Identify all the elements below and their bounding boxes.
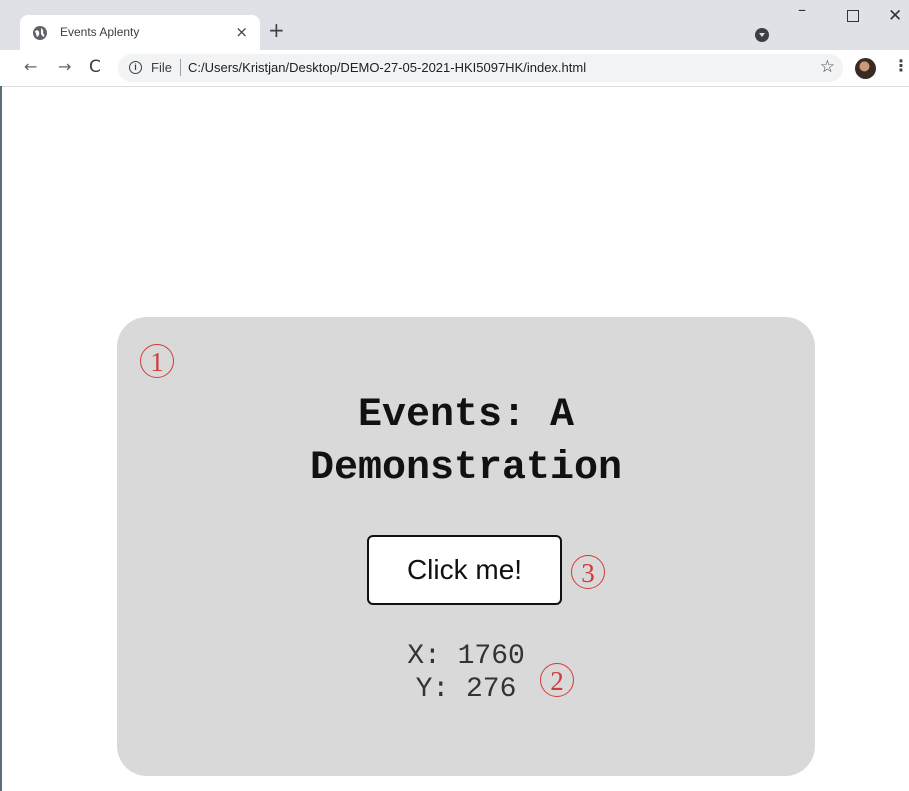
minimize-icon[interactable]: –	[798, 0, 806, 19]
annotation-marker-3: 3	[571, 555, 605, 589]
click-me-button[interactable]: Click me!	[367, 535, 562, 605]
profile-avatar[interactable]	[855, 58, 876, 79]
annotation-marker-1: 1	[140, 344, 174, 378]
forward-arrow-icon[interactable]: →	[58, 59, 71, 75]
tab-search-icon[interactable]	[755, 28, 769, 42]
address-bar[interactable]: i File C:/Users/Kristjan/Desktop/DEMO-27…	[118, 54, 843, 82]
coordinates-readout: X: 1760 Y: 276	[117, 640, 815, 706]
coord-y: Y: 276	[415, 674, 517, 705]
url-text[interactable]: C:/Users/Kristjan/Desktop/DEMO-27-05-202…	[188, 60, 586, 75]
back-arrow-icon[interactable]: ←	[24, 59, 37, 75]
info-icon[interactable]: i	[129, 61, 142, 74]
window-edge	[0, 86, 2, 791]
page-title: Events: A Demonstration	[117, 389, 815, 495]
demo-card[interactable]: Events: A Demonstration Click me! X: 176…	[117, 317, 815, 776]
tab-close-icon[interactable]: ×	[235, 23, 248, 41]
address-separator	[180, 59, 181, 76]
coord-x: X: 1760	[407, 641, 525, 672]
tab-events-aplenty[interactable]: Events Aplenty ×	[20, 15, 260, 50]
bookmark-star-icon[interactable]: ☆	[820, 57, 835, 77]
tab-strip: Events Aplenty × + – ✕	[0, 0, 909, 50]
page-title-line-2: Demonstration	[309, 446, 623, 491]
reload-icon[interactable]: C	[89, 59, 101, 76]
window-close-icon[interactable]: ✕	[888, 6, 902, 26]
annotation-marker-2: 2	[540, 663, 574, 697]
new-tab-button[interactable]: +	[268, 20, 285, 40]
page-title-line-1: Events: A	[357, 393, 575, 438]
tab-title: Events Aplenty	[60, 25, 140, 39]
menu-icon[interactable]: ⋮	[893, 56, 909, 75]
browser-toolbar: ← → C i File C:/Users/Kristjan/Desktop/D…	[0, 50, 909, 87]
maximize-icon[interactable]	[847, 10, 859, 22]
globe-icon	[33, 26, 47, 40]
scheme-label: File	[151, 60, 172, 75]
